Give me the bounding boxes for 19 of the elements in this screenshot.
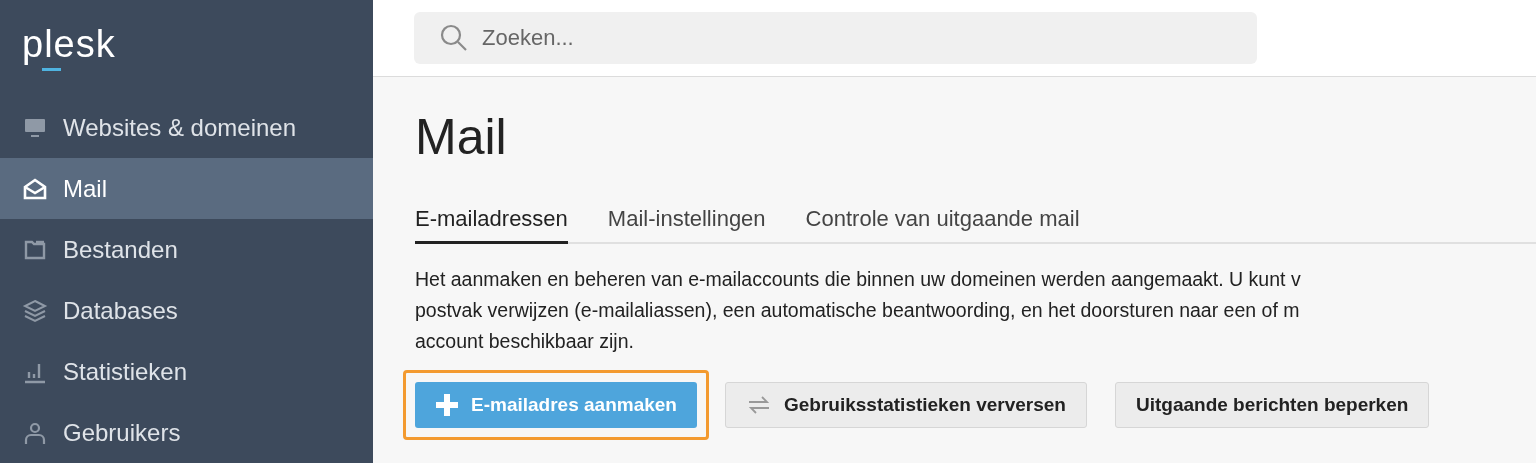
tab[interactable]: Mail-instellingen: [607, 205, 766, 244]
sidebar-item[interactable]: Statistieken: [0, 341, 373, 402]
sidebar-item[interactable]: Gebruikers: [0, 402, 373, 463]
description: Het aanmaken en beheren van e-mailaccounts die binnen uw domeinen werden aangemaakt. U kunt v postvak verwijzen (e-mailaliassen), een automatische beantwoording, en het doorsturen naar een of m account beschikbaar zijn.: [415, 267, 1302, 354]
sidebar-item[interactable]: Databases: [0, 280, 373, 341]
layers-icon: [22, 297, 48, 324]
tab[interactable]: E-mailadressen: [415, 205, 568, 244]
sidebar-item[interactable]: Bestanden: [0, 219, 373, 280]
plesk-logo[interactable]: plesk: [22, 22, 116, 66]
logo-underline: [42, 68, 61, 71]
plus-icon: [435, 393, 459, 417]
tab[interactable]: Controle van uitgaande mail: [805, 205, 1080, 244]
sidebar-item[interactable]: Websites & domeinen: [0, 97, 373, 158]
action-button[interactable]: Gebruiksstatistieken verversen: [724, 382, 1087, 428]
search-icon: [440, 24, 468, 52]
search-field[interactable]: Zoeken...: [414, 12, 1257, 64]
action-button[interactable]: Uitgaande berichten beperken: [1114, 382, 1430, 428]
page-title: Mail: [415, 108, 508, 167]
sidebar-item[interactable]: Mail: [0, 158, 373, 219]
